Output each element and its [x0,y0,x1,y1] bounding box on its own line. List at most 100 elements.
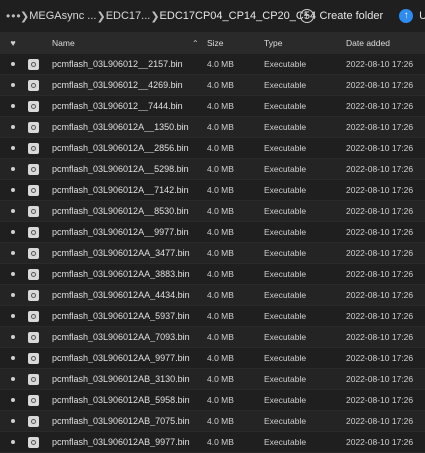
favorite-toggle[interactable] [0,83,26,87]
file-name: pcmflash_03L906012A__9977.bin [52,227,189,237]
dot-icon [11,419,15,423]
file-name: pcmflash_03L906012AA_7093.bin [52,332,190,342]
favorite-toggle[interactable] [0,167,26,171]
table-row[interactable]: pcmflash_03L906012A__8530.bin 4.0 MB Execu… [0,201,425,222]
file-size: 4.0 MB [207,395,234,405]
file-size: 4.0 MB [207,311,234,321]
file-size: 4.0 MB [207,227,234,237]
file-date: 2022-08-10 17:26 [346,353,414,363]
file-type: Executable [264,311,307,321]
table-row[interactable]: pcmflash_03L906012AA_4434.bin 4.0 MB Execu… [0,285,425,306]
favorite-toggle[interactable] [0,272,26,276]
file-type: Executable [264,416,307,426]
dot-icon [11,62,15,66]
favorite-toggle[interactable] [0,209,26,213]
file-type: Executable [264,269,307,279]
file-date: 2022-08-10 17:26 [346,395,414,405]
breadcrumb-item[interactable]: MEGAsync ... [29,10,96,22]
file-table: ♥ Name ⌃ Size Type Date added pcmflash_0… [0,32,425,453]
file-date: 2022-08-10 17:26 [346,332,414,342]
table-row[interactable]: pcmflash_03L906012__4269.bin 4.0 MB Execut… [0,75,425,96]
file-type: Executable [264,80,307,90]
file-name: pcmflash_03L906012AA_9977.bin [52,353,190,363]
favorite-toggle[interactable] [0,440,26,444]
breadcrumb-current[interactable]: EDC17CP04_CP14_CP20_C54 [160,10,317,22]
dot-icon [11,104,15,108]
table-row[interactable]: pcmflash_03L906012__2157.bin 4.0 MB Execut… [0,54,425,75]
file-size: 4.0 MB [207,248,234,258]
executable-file-icon [28,184,39,196]
dot-icon [11,167,15,171]
favorite-toggle[interactable] [0,62,26,66]
table-row[interactable]: pcmflash_03L906012A__1350.bin 4.0 MB Execu… [0,117,425,138]
table-row[interactable]: pcmflash_03L906012AB_3130.bin 4.0 MB Execu… [0,369,425,390]
file-date: 2022-08-10 17:26 [346,122,414,132]
favorite-toggle[interactable] [0,419,26,423]
file-type: Executable [264,185,307,195]
favorite-toggle[interactable] [0,293,26,297]
favorite-toggle[interactable] [0,335,26,339]
upload-button[interactable]: ↑ U [399,9,425,23]
favorite-toggle[interactable] [0,125,26,129]
file-type: Executable [264,332,307,342]
executable-file-icon [28,415,39,427]
file-list: pcmflash_03L906012__2157.bin 4.0 MB Execut… [0,54,425,453]
table-row[interactable]: pcmflash_03L906012AA_9977.bin 4.0 MB Execu… [0,348,425,369]
dot-icon [11,314,15,318]
table-row[interactable]: pcmflash_03L906012A__9977.bin 4.0 MB Execu… [0,222,425,243]
file-size: 4.0 MB [207,353,234,363]
file-type: Executable [264,227,307,237]
breadcrumb-item[interactable]: EDC17... [106,10,151,22]
table-row[interactable]: pcmflash_03L906012AA_7093.bin 4.0 MB Execu… [0,327,425,348]
dot-icon [11,83,15,87]
file-size: 4.0 MB [207,290,234,300]
date-column-header[interactable]: Date added [346,38,425,48]
table-row[interactable]: pcmflash_03L906012AB_7075.bin 4.0 MB Execu… [0,411,425,432]
chevron-right-icon: ❯ [20,10,30,23]
file-name: pcmflash_03L906012AA_5937.bin [52,311,190,321]
file-date: 2022-08-10 17:26 [346,374,414,384]
executable-file-icon [28,163,39,175]
favorite-toggle[interactable] [0,230,26,234]
file-date: 2022-08-10 17:26 [346,101,414,111]
table-row[interactable]: pcmflash_03L906012AB_5958.bin 4.0 MB Execu… [0,390,425,411]
file-size: 4.0 MB [207,59,234,69]
size-column-header[interactable]: Size [201,38,264,48]
file-type: Executable [264,437,307,447]
favorite-toggle[interactable] [0,251,26,255]
executable-file-icon [28,268,39,280]
favorite-toggle[interactable] [0,104,26,108]
file-size: 4.0 MB [207,164,234,174]
favorite-toggle[interactable] [0,314,26,318]
create-folder-button[interactable]: + Create folder [299,9,383,23]
favorite-toggle[interactable] [0,377,26,381]
dot-icon [11,209,15,213]
more-icon[interactable]: ••• [6,9,21,23]
executable-file-icon [28,58,39,70]
type-column-header[interactable]: Type [264,38,346,48]
favorite-toggle[interactable] [0,398,26,402]
dot-icon [11,440,15,444]
favorite-toggle[interactable] [0,188,26,192]
heart-icon: ♥ [10,38,16,48]
favorite-toggle[interactable] [0,146,26,150]
name-column-header[interactable]: Name [52,38,192,48]
table-row[interactable]: pcmflash_03L906012AA_3883.bin 4.0 MB Execu… [0,264,425,285]
dot-icon [11,272,15,276]
upload-label: U [419,10,425,22]
file-date: 2022-08-10 17:26 [346,59,414,69]
file-type: Executable [264,353,307,363]
file-size: 4.0 MB [207,332,234,342]
favorite-column-header[interactable]: ♥ [0,38,26,48]
table-row[interactable]: pcmflash_03L906012__7444.bin 4.0 MB Execut… [0,96,425,117]
table-row[interactable]: pcmflash_03L906012A__7142.bin 4.0 MB Execu… [0,180,425,201]
file-type: Executable [264,101,307,111]
table-row[interactable]: pcmflash_03L906012AA_3477.bin 4.0 MB Execu… [0,243,425,264]
sort-up-icon[interactable]: ⌃ [192,39,201,48]
file-date: 2022-08-10 17:26 [346,311,414,321]
table-row[interactable]: pcmflash_03L906012A__5298.bin 4.0 MB Execu… [0,159,425,180]
favorite-toggle[interactable] [0,356,26,360]
table-row[interactable]: pcmflash_03L906012AA_5937.bin 4.0 MB Execu… [0,306,425,327]
table-row[interactable]: pcmflash_03L906012AB_9977.bin 4.0 MB Execu… [0,432,425,453]
table-row[interactable]: pcmflash_03L906012A__2856.bin 4.0 MB Execu… [0,138,425,159]
